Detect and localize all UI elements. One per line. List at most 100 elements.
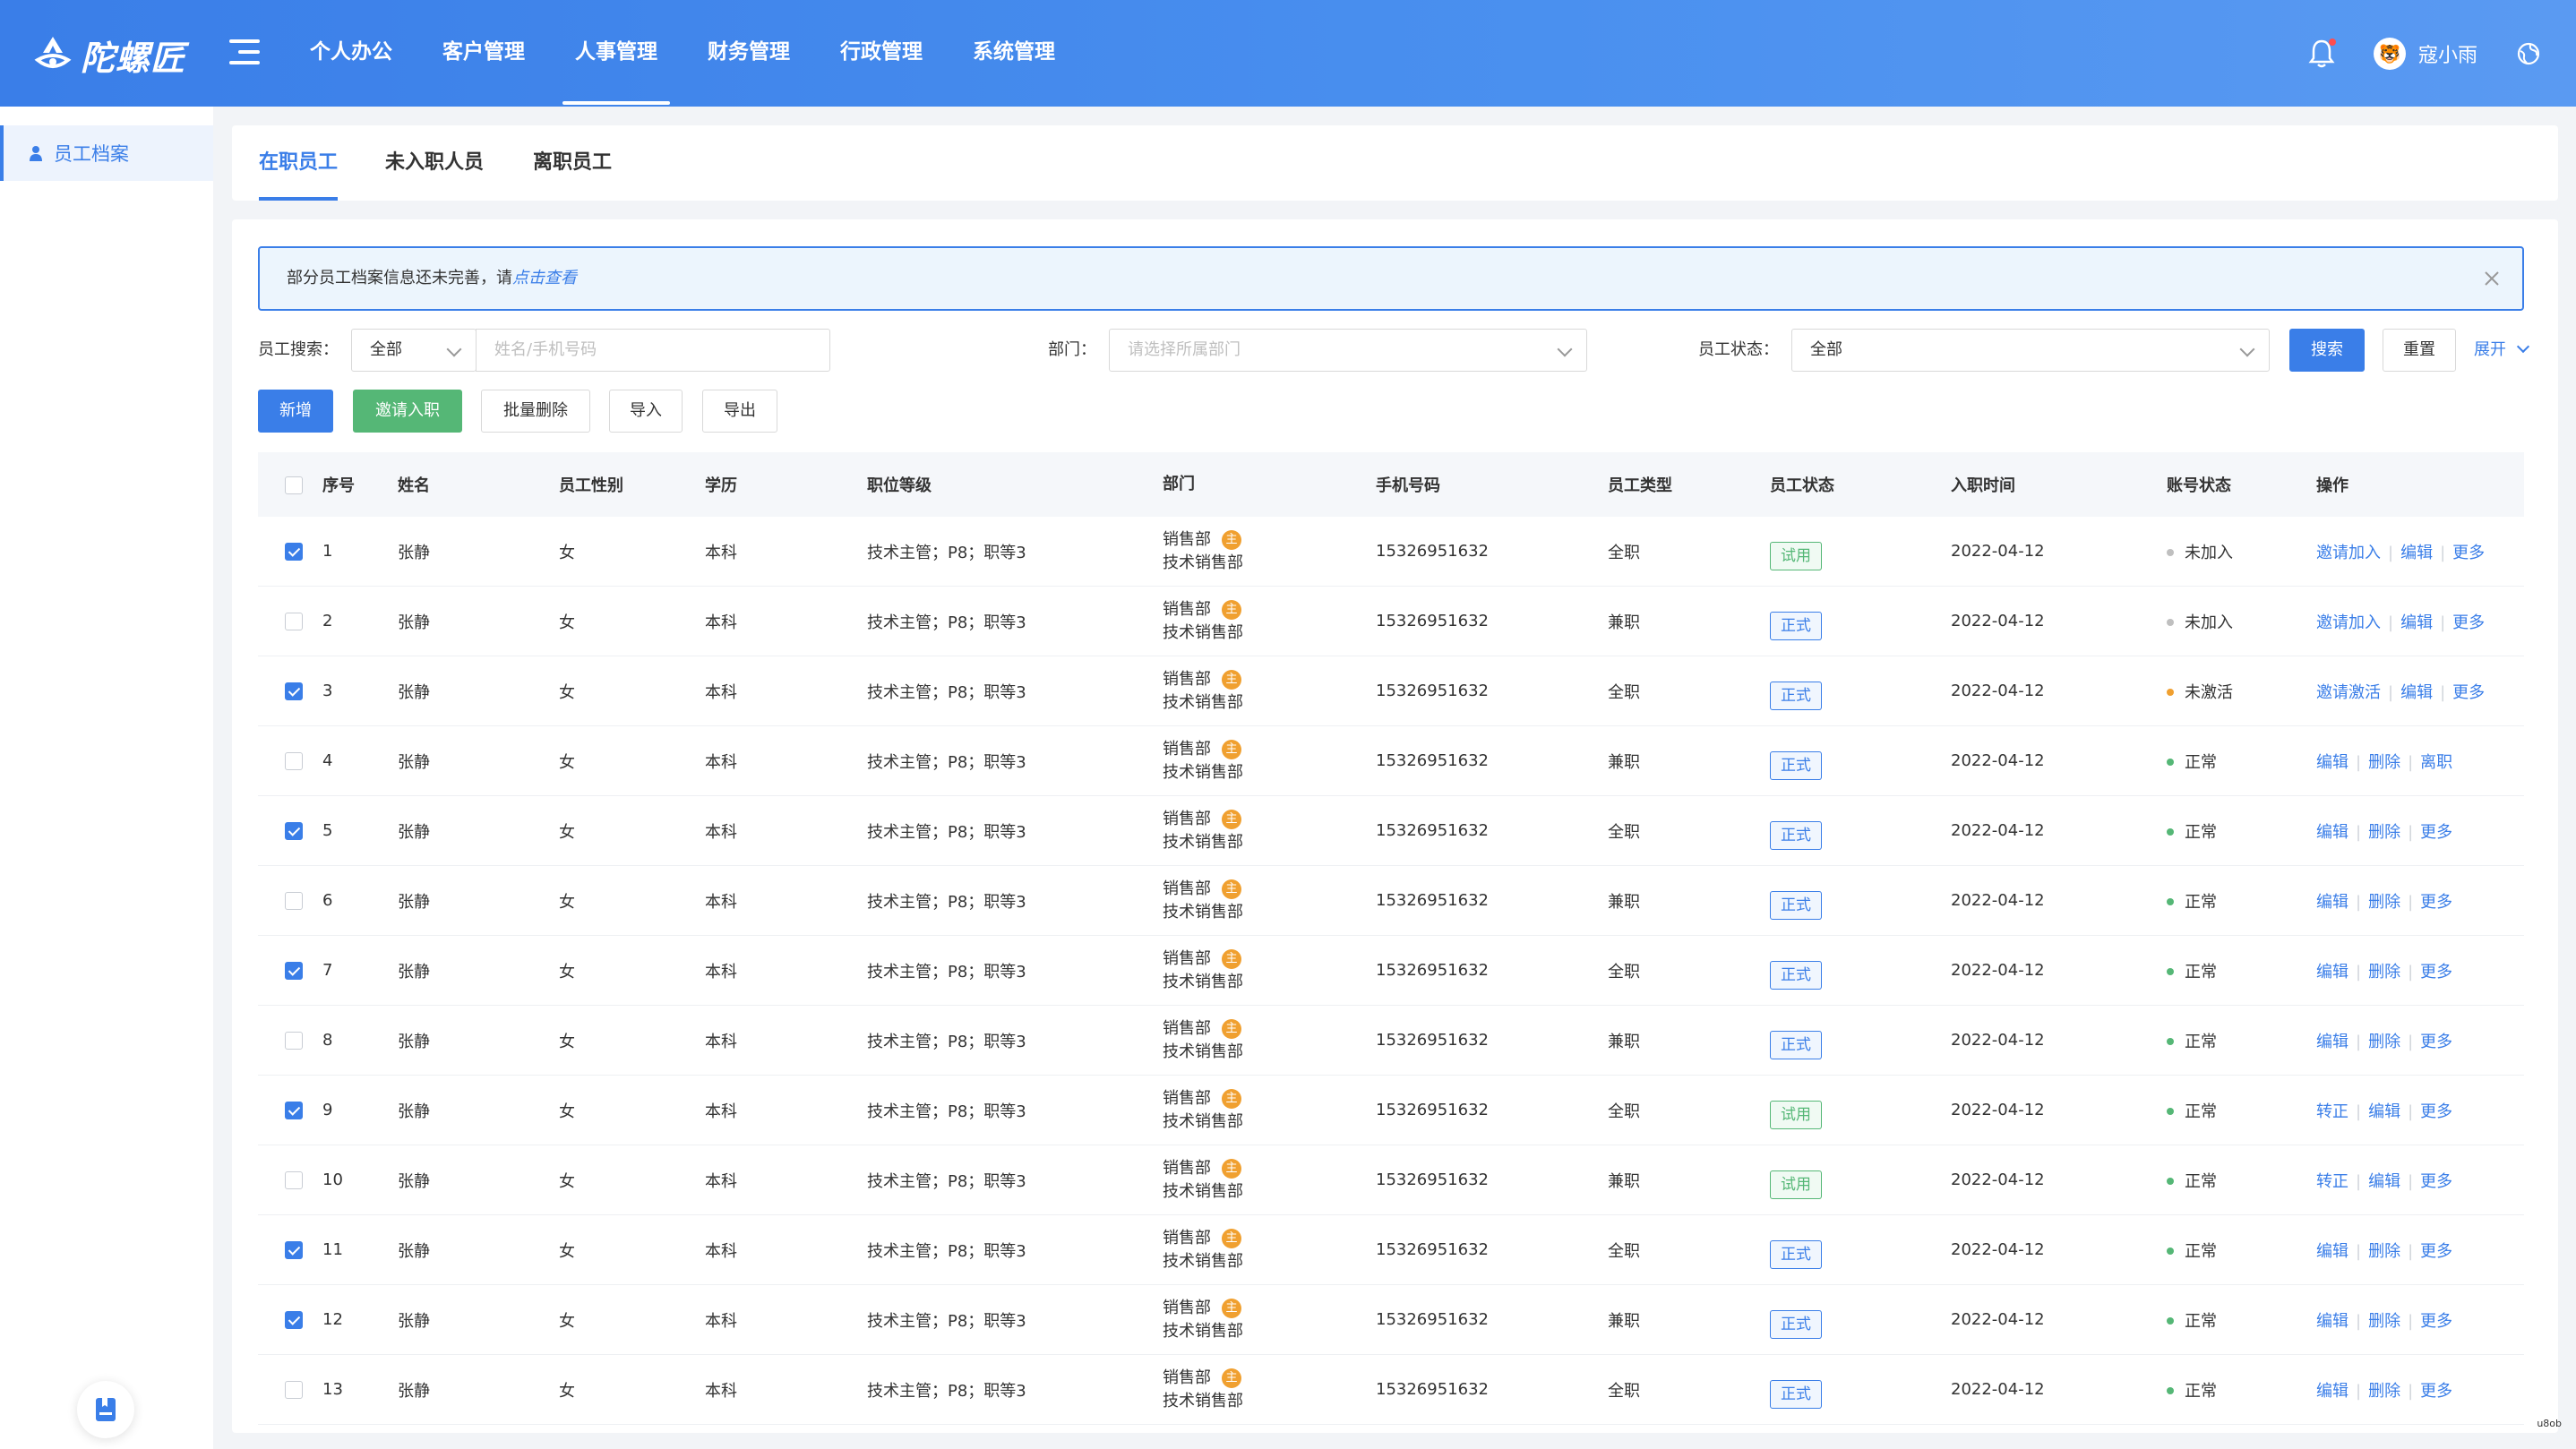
row-action-link[interactable]: 更多 (2420, 1172, 2452, 1191)
row-checkbox[interactable] (285, 1171, 303, 1189)
nav-item[interactable]: 行政管理 (815, 0, 948, 107)
row-action-link[interactable]: 编辑 (2316, 1312, 2348, 1331)
sidebar-item-employee-records[interactable]: 员工档案 (0, 125, 213, 181)
app-logo[interactable]: 陀螺匠 (30, 30, 185, 80)
account-status: 正常 (2167, 1378, 2316, 1402)
row-checkbox[interactable] (285, 752, 303, 770)
row-checkbox[interactable] (285, 822, 303, 840)
employee-sex: 女 (559, 822, 575, 842)
row-checkbox[interactable] (285, 1102, 303, 1119)
hire-date: 2022-04-12 (1951, 1240, 2045, 1259)
search-button[interactable]: 搜索 (2289, 329, 2365, 372)
employee-education: 本科 (705, 1311, 737, 1331)
row-action-link[interactable]: 更多 (2452, 544, 2485, 562)
row-action-link[interactable]: 编辑 (2316, 893, 2348, 912)
user-name[interactable]: 寇小雨 (2418, 39, 2477, 68)
row-action-link[interactable]: 更多 (2420, 1312, 2452, 1331)
row-checkbox[interactable] (285, 1381, 303, 1399)
row-action-link[interactable]: 删除 (2368, 1033, 2400, 1051)
row-action-link[interactable]: 更多 (2420, 1242, 2452, 1261)
row-action-link[interactable]: 更多 (2420, 823, 2452, 842)
row-action-link[interactable]: 删除 (2368, 963, 2400, 982)
globe-icon[interactable] (2517, 42, 2540, 65)
close-icon[interactable] (2483, 270, 2501, 287)
row-checkbox[interactable] (285, 613, 303, 630)
tab-resigned[interactable]: 离职员工 (533, 125, 612, 201)
search-type-select[interactable]: 全部 (351, 329, 477, 372)
row-action-link[interactable]: 编辑 (2316, 823, 2348, 842)
row-action-link[interactable]: 离职 (2420, 753, 2452, 772)
position-level: 技术主管；P8；职等3 (867, 1171, 1026, 1191)
import-button[interactable]: 导入 (609, 390, 683, 433)
row-action-link[interactable]: 邀请加入 (2316, 613, 2381, 632)
row-action-link[interactable]: 更多 (2420, 1033, 2452, 1051)
row-checkbox[interactable] (285, 1311, 303, 1329)
row-action-link[interactable]: 转正 (2316, 1172, 2348, 1191)
status-select[interactable]: 全部 (1791, 329, 2270, 372)
nav-item[interactable]: 财务管理 (683, 0, 815, 107)
status-dot (2167, 967, 2174, 975)
row-action-link[interactable]: 编辑 (2368, 1172, 2400, 1191)
row-action-link[interactable]: 编辑 (2368, 1102, 2400, 1121)
bell-icon[interactable] (2307, 39, 2336, 69)
row-action-link[interactable]: 更多 (2452, 683, 2485, 702)
row-action-link[interactable]: 邀请激活 (2316, 683, 2381, 702)
invite-button[interactable]: 邀请入职 (353, 390, 462, 433)
expand-filters-link[interactable]: 展开 (2474, 327, 2530, 373)
dept-select[interactable]: 请选择所属部门 (1109, 329, 1587, 372)
row-checkbox[interactable] (285, 962, 303, 980)
row-checkbox[interactable] (285, 1032, 303, 1050)
row-action-link[interactable]: 更多 (2420, 1102, 2452, 1121)
row-checkbox[interactable] (285, 682, 303, 700)
row-action-link[interactable]: 更多 (2420, 893, 2452, 912)
row-checkbox[interactable] (285, 543, 303, 561)
row-action-link[interactable]: 删除 (2368, 1312, 2400, 1331)
row-action-link[interactable]: 删除 (2368, 823, 2400, 842)
row-action-link[interactable]: 编辑 (2316, 1242, 2348, 1261)
menu-collapse-icon[interactable] (229, 39, 260, 66)
row-actions: 邀请加入 | 编辑 | 更多 (2316, 540, 2513, 563)
op-separator: | (2408, 892, 2414, 912)
row-action-link[interactable]: 编辑 (2316, 963, 2348, 982)
row-action-link[interactable]: 编辑 (2400, 683, 2433, 702)
alert-link[interactable]: 点击查看 (512, 269, 577, 287)
nav-item[interactable]: 客户管理 (417, 0, 550, 107)
row-action-link[interactable]: 更多 (2420, 963, 2452, 982)
employee-sex: 女 (559, 543, 575, 562)
tab-not-onboarded[interactable]: 未入职人员 (385, 125, 484, 201)
row-action-link[interactable]: 邀请加入 (2316, 544, 2381, 562)
top-header: 陀螺匠 个人办公 客户管理 人事管理 财务管理 行政管理 系统管理 🐯 寇小雨 (0, 0, 2576, 107)
row-action-link[interactable]: 编辑 (2400, 613, 2433, 632)
row-checkbox[interactable] (285, 892, 303, 910)
nav-item[interactable]: 系统管理 (948, 0, 1080, 107)
row-action-link[interactable]: 删除 (2368, 1382, 2400, 1401)
row-action-link[interactable]: 编辑 (2316, 1382, 2348, 1401)
select-all-checkbox[interactable] (285, 476, 303, 494)
export-button[interactable]: 导出 (702, 390, 777, 433)
employee-type: 全职 (1608, 1381, 1640, 1401)
tab-active-employees[interactable]: 在职员工 (259, 125, 339, 201)
row-action-link[interactable]: 更多 (2452, 613, 2485, 632)
status-badge: 正式 (1770, 681, 1822, 710)
status-dot (2167, 1386, 2174, 1394)
row-action-link[interactable]: 转正 (2316, 1102, 2348, 1121)
row-action-link[interactable]: 删除 (2368, 1242, 2400, 1261)
nav-item[interactable]: 个人办公 (285, 0, 417, 107)
avatar[interactable]: 🐯 (2373, 38, 2406, 70)
row-action-link[interactable]: 编辑 (2316, 1033, 2348, 1051)
row-action-link[interactable]: 删除 (2368, 753, 2400, 772)
search-input[interactable]: 姓名/手机号码 (476, 329, 830, 372)
batch-delete-button[interactable]: 批量删除 (481, 390, 590, 433)
add-button[interactable]: 新增 (258, 390, 333, 433)
op-separator: | (2408, 1241, 2414, 1261)
nav-item[interactable]: 人事管理 (550, 0, 683, 107)
col-header: 序号 (322, 476, 355, 495)
row-action-link[interactable]: 编辑 (2400, 544, 2433, 562)
action-bar: 新增 邀请入职 批量删除 导入 导出 (258, 390, 1064, 433)
row-checkbox[interactable] (285, 1241, 303, 1259)
reset-button[interactable]: 重置 (2383, 329, 2456, 372)
row-action-link[interactable]: 编辑 (2316, 753, 2348, 772)
row-action-link[interactable]: 更多 (2420, 1382, 2452, 1401)
help-manual-button[interactable] (77, 1381, 134, 1438)
row-action-link[interactable]: 删除 (2368, 893, 2400, 912)
